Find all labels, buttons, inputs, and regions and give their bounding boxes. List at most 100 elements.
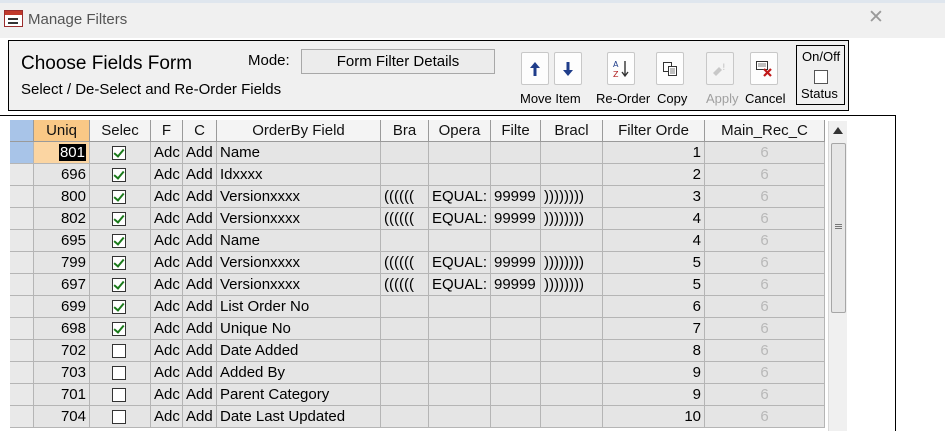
cell-c[interactable]: Add (183, 186, 217, 208)
select-checkbox[interactable] (112, 278, 126, 292)
cell-select[interactable] (90, 142, 151, 164)
cell-select[interactable] (90, 296, 151, 318)
select-all-corner[interactable] (10, 120, 34, 142)
cell-orderby-field[interactable]: Unique No (217, 318, 381, 340)
cell-bracl[interactable]: )))))))) (541, 186, 603, 208)
record-selector[interactable] (10, 142, 34, 164)
cell-operator[interactable]: EQUAL: (429, 252, 491, 274)
cell-bra[interactable]: (((((( (381, 252, 429, 274)
select-checkbox[interactable] (112, 366, 126, 380)
move-up-button[interactable] (521, 52, 549, 85)
cell-select[interactable] (90, 164, 151, 186)
cell-select[interactable] (90, 186, 151, 208)
cell-orderby-field[interactable]: Versionxxxx (217, 208, 381, 230)
record-selector[interactable] (10, 296, 34, 318)
cell-bra[interactable]: (((((( (381, 208, 429, 230)
cell-bracl[interactable] (541, 362, 603, 384)
column-header-c[interactable]: C (183, 120, 217, 142)
cell-operator[interactable] (429, 164, 491, 186)
cell-uniq[interactable]: 701 (34, 384, 90, 406)
cell-main-rec[interactable]: 6 (705, 274, 825, 296)
cell-c[interactable]: Add (183, 384, 217, 406)
cell-orderby-field[interactable]: Versionxxxx (217, 274, 381, 296)
record-selector[interactable] (10, 384, 34, 406)
cell-uniq[interactable]: 704 (34, 406, 90, 428)
record-selector[interactable] (10, 318, 34, 340)
cell-filter-order[interactable]: 5 (603, 274, 705, 296)
cell-uniq[interactable]: 699 (34, 296, 90, 318)
cell-select[interactable] (90, 208, 151, 230)
column-header-bracl[interactable]: Bracl (541, 120, 603, 142)
cell-operator[interactable] (429, 142, 491, 164)
cell-main-rec[interactable]: 6 (705, 164, 825, 186)
move-down-button[interactable] (554, 52, 582, 85)
select-checkbox[interactable] (112, 300, 126, 314)
cell-main-rec[interactable]: 6 (705, 340, 825, 362)
cell-c[interactable]: Add (183, 318, 217, 340)
cell-c[interactable]: Add (183, 406, 217, 428)
cell-bracl[interactable] (541, 296, 603, 318)
cell-main-rec[interactable]: 6 (705, 142, 825, 164)
cell-f[interactable]: Adc (151, 164, 183, 186)
cell-main-rec[interactable]: 6 (705, 252, 825, 274)
table-row[interactable]: 699 Adc Add List Order No 6 6 (10, 296, 825, 318)
apply-button[interactable]: ! (706, 52, 734, 85)
scroll-up-button[interactable] (829, 121, 847, 139)
table-row[interactable]: 799 Adc Add Versionxxxx((((((EQUAL: 99999)))… (10, 252, 825, 274)
cell-main-rec[interactable]: 6 (705, 406, 825, 428)
cell-f[interactable]: Adc (151, 318, 183, 340)
cell-filter[interactable] (491, 318, 541, 340)
cell-filter[interactable] (491, 362, 541, 384)
select-checkbox[interactable] (112, 234, 126, 248)
cell-bra[interactable] (381, 318, 429, 340)
scroll-thumb[interactable] (831, 143, 846, 313)
cell-operator[interactable] (429, 340, 491, 362)
cell-filter-order[interactable]: 9 (603, 384, 705, 406)
select-checkbox[interactable] (112, 322, 126, 336)
cell-bra[interactable] (381, 142, 429, 164)
cell-f[interactable]: Adc (151, 406, 183, 428)
record-selector[interactable] (10, 208, 34, 230)
onoff-status-checkbox[interactable] (814, 70, 828, 84)
cell-f[interactable]: Adc (151, 186, 183, 208)
vertical-scrollbar[interactable] (828, 121, 847, 431)
cell-bra[interactable] (381, 296, 429, 318)
cell-filter-order[interactable]: 10 (603, 406, 705, 428)
cell-filter[interactable] (491, 296, 541, 318)
cell-main-rec[interactable]: 6 (705, 208, 825, 230)
table-row[interactable]: 703 Adc Add Added By 9 6 (10, 362, 825, 384)
table-row[interactable]: 697 Adc Add Versionxxxx((((((EQUAL: 99999)))… (10, 274, 825, 296)
cell-main-rec[interactable]: 6 (705, 318, 825, 340)
cell-filter-order[interactable]: 6 (603, 296, 705, 318)
cell-filter[interactable] (491, 142, 541, 164)
select-checkbox[interactable] (112, 212, 126, 226)
cell-c[interactable]: Add (183, 274, 217, 296)
table-row[interactable]: 704 Adc Add Date Last Updated 10 6 (10, 406, 825, 428)
cell-f[interactable]: Adc (151, 340, 183, 362)
record-selector[interactable] (10, 230, 34, 252)
column-header-bra[interactable]: Bra (381, 120, 429, 142)
column-header-main-rec[interactable]: Main_Rec_C (705, 120, 825, 142)
cell-select[interactable] (90, 406, 151, 428)
cell-f[interactable]: Adc (151, 142, 183, 164)
cell-operator[interactable] (429, 384, 491, 406)
cell-filter[interactable] (491, 230, 541, 252)
cell-bra[interactable] (381, 406, 429, 428)
cell-filter[interactable]: 99999 (491, 252, 541, 274)
cell-f[interactable]: Adc (151, 208, 183, 230)
cell-c[interactable]: Add (183, 164, 217, 186)
select-checkbox[interactable] (112, 388, 126, 402)
cell-uniq[interactable]: 802 (34, 208, 90, 230)
cell-filter-order[interactable]: 5 (603, 252, 705, 274)
cancel-button[interactable] (750, 52, 778, 85)
cell-orderby-field[interactable]: Name (217, 230, 381, 252)
cell-filter-order[interactable]: 4 (603, 208, 705, 230)
column-header-operator[interactable]: Opera (429, 120, 491, 142)
cell-bracl[interactable] (541, 142, 603, 164)
cell-select[interactable] (90, 230, 151, 252)
select-checkbox[interactable] (112, 146, 126, 160)
cell-uniq[interactable]: 799 (34, 252, 90, 274)
cell-f[interactable]: Adc (151, 296, 183, 318)
cell-filter[interactable] (491, 406, 541, 428)
cell-c[interactable]: Add (183, 230, 217, 252)
